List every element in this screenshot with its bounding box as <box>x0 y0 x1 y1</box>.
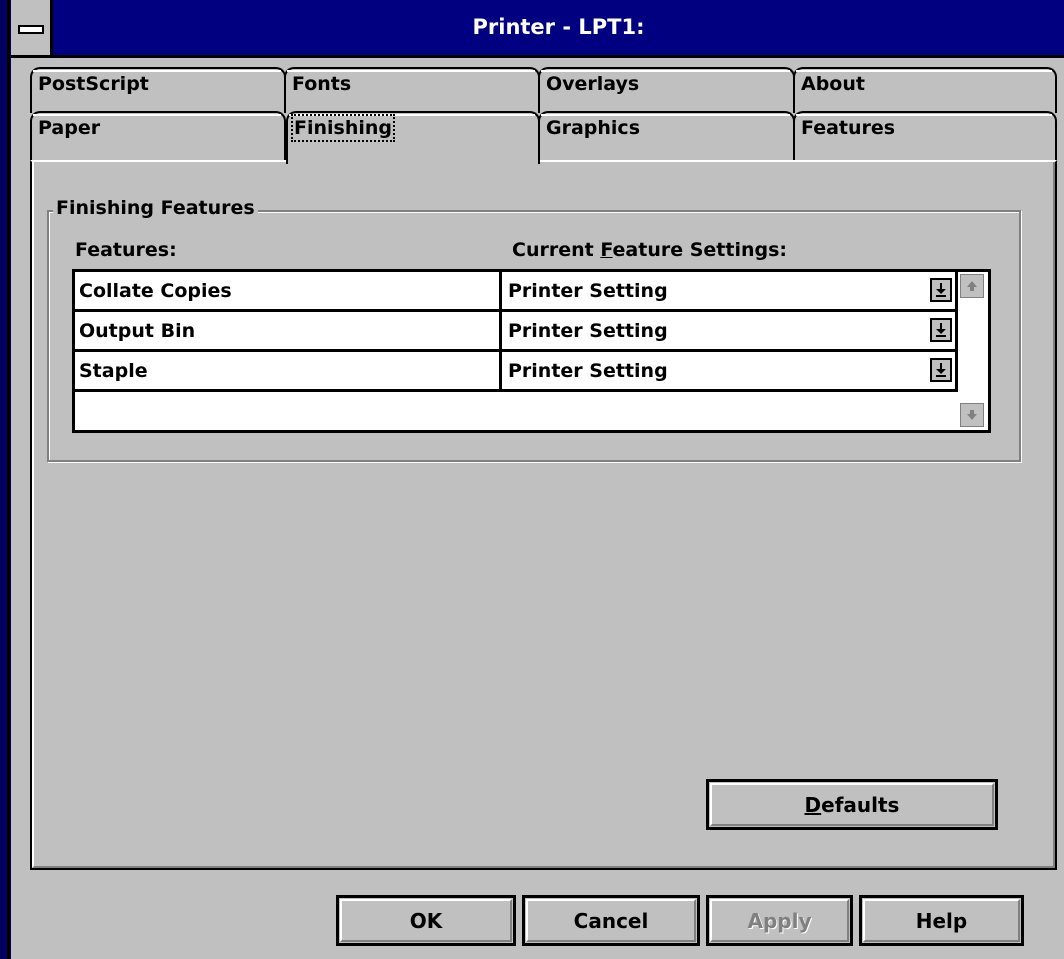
arrow-up-icon <box>967 281 977 291</box>
features-grid: Collate Copies Printer Setting Output Bi… <box>72 269 991 433</box>
settings-header-mnemonic: F <box>600 239 613 261</box>
tab-features[interactable]: Features <box>793 111 1057 162</box>
window-title: Printer - LPT1: <box>472 15 645 39</box>
feature-name: Collate Copies <box>75 272 502 309</box>
vertical-scrollbar[interactable] <box>958 272 988 430</box>
tab-label: Finishing <box>290 114 396 142</box>
feature-setting-value: Printer Setting <box>508 360 668 382</box>
tab-label: Graphics <box>546 117 640 139</box>
group-title: Finishing Features <box>53 197 258 219</box>
system-menu-icon <box>18 25 44 34</box>
dropdown-button[interactable] <box>930 358 952 382</box>
tab-finishing[interactable]: Finishing <box>286 111 540 164</box>
feature-name: Output Bin <box>75 312 502 349</box>
printer-dialog: Printer - LPT1: PostScript Fonts Overlay… <box>0 0 1064 959</box>
tab-about[interactable]: About <box>793 67 1057 113</box>
feature-setting-value: Printer Setting <box>508 280 668 302</box>
feature-name: Staple <box>75 352 502 389</box>
settings-column-header: Current Feature Settings: <box>512 239 787 261</box>
dropdown-button[interactable] <box>930 278 952 302</box>
apply-button[interactable]: Apply <box>706 895 853 946</box>
system-menu-button[interactable] <box>11 0 53 55</box>
settings-header-text: eature Settings: <box>612 239 788 261</box>
arrow-down-icon <box>967 410 977 420</box>
table-row[interactable]: Staple Printer Setting <box>75 352 958 392</box>
tab-paper[interactable]: Paper <box>30 111 286 162</box>
chevron-down-icon <box>936 363 946 377</box>
tab-label: PostScript <box>38 73 149 95</box>
table-row[interactable]: Output Bin Printer Setting <box>75 312 958 352</box>
defaults-label: Defaults <box>805 793 900 817</box>
title-bar[interactable]: Printer - LPT1: <box>11 0 1064 58</box>
tab-fonts[interactable]: Fonts <box>284 67 540 113</box>
apply-label: Apply <box>747 908 812 933</box>
cancel-label: Cancel <box>573 908 649 933</box>
scroll-up-button[interactable] <box>960 274 984 298</box>
ok-button[interactable]: OK <box>336 895 516 946</box>
tab-label: Fonts <box>292 73 352 95</box>
feature-setting-dropdown[interactable]: Printer Setting <box>502 312 958 349</box>
tab-label: Overlays <box>546 73 640 95</box>
defaults-text: efaults <box>821 792 900 817</box>
settings-header-text: Current <box>512 239 601 261</box>
tab-graphics[interactable]: Graphics <box>538 111 795 162</box>
scroll-down-button[interactable] <box>960 403 984 427</box>
tab-label: Paper <box>38 117 101 139</box>
chevron-down-icon <box>936 323 946 337</box>
tab-label: Features <box>801 117 896 139</box>
feature-setting-dropdown[interactable]: Printer Setting <box>502 352 958 389</box>
table-row[interactable]: Collate Copies Printer Setting <box>75 272 958 312</box>
features-column-header: Features: <box>75 239 177 261</box>
tab-overlays[interactable]: Overlays <box>538 67 795 113</box>
window-left-edge <box>0 0 11 959</box>
help-button[interactable]: Help <box>859 895 1024 946</box>
dropdown-button[interactable] <box>930 318 952 342</box>
cancel-button[interactable]: Cancel <box>522 895 700 946</box>
help-label: Help <box>915 908 968 933</box>
feature-setting-dropdown[interactable]: Printer Setting <box>502 272 958 309</box>
defaults-button[interactable]: Defaults <box>706 779 998 830</box>
ok-label: OK <box>409 908 443 933</box>
feature-setting-value: Printer Setting <box>508 320 668 342</box>
chevron-down-icon <box>936 283 946 297</box>
tab-postscript[interactable]: PostScript <box>30 67 286 113</box>
tab-label: About <box>801 73 865 95</box>
defaults-mnemonic: D <box>804 792 822 817</box>
